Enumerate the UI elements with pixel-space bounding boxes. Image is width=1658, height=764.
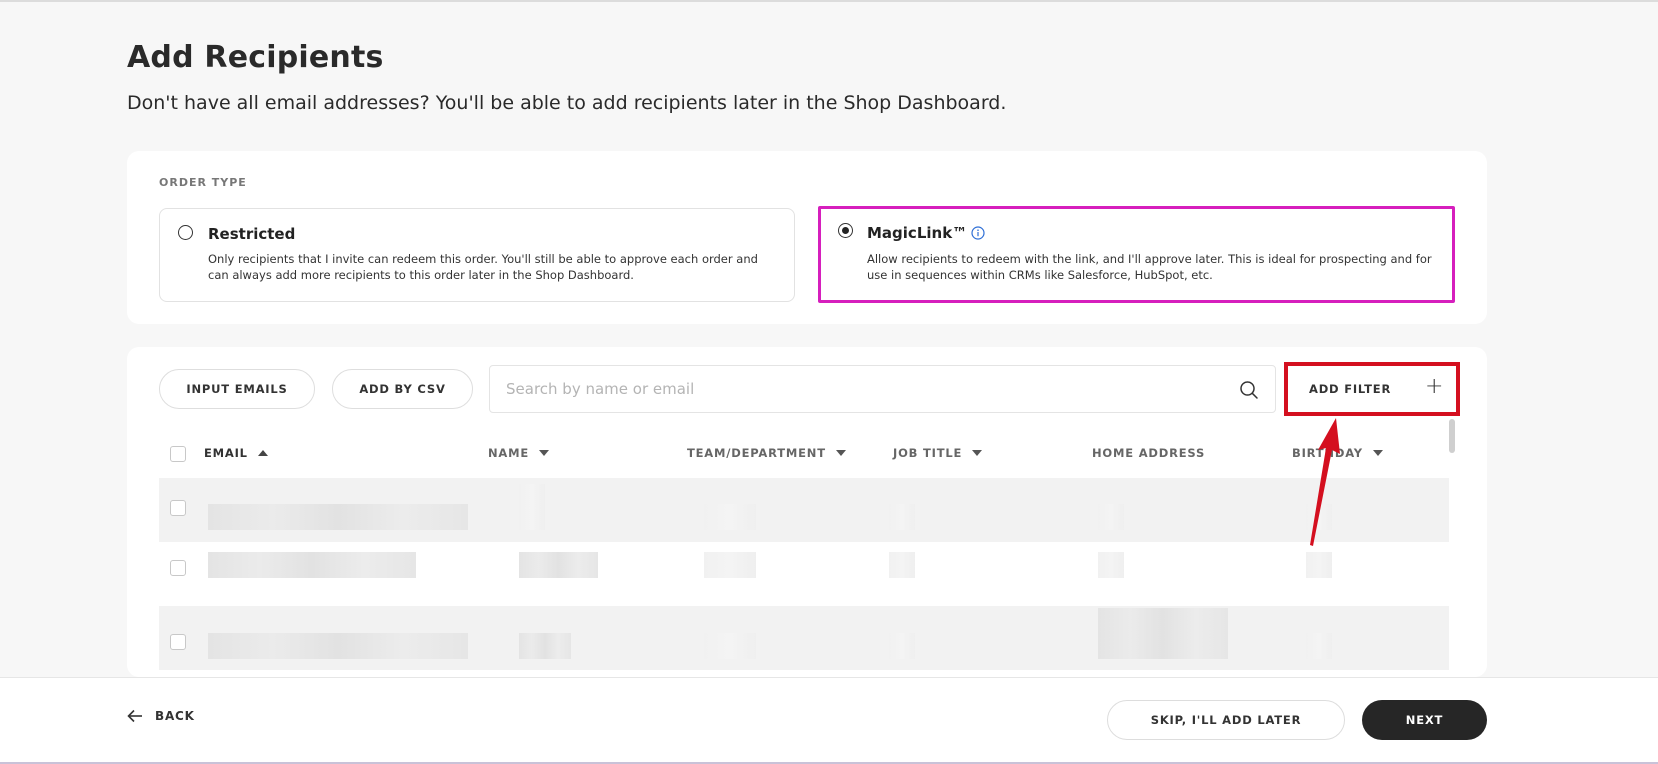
redacted-address	[1098, 552, 1124, 578]
redacted-job-title	[889, 552, 915, 578]
next-button[interactable]: NEXT	[1362, 700, 1487, 740]
redacted-job-title	[889, 504, 915, 530]
row-checkbox[interactable]	[170, 634, 186, 650]
redacted-email	[208, 633, 468, 659]
redacted-birthday	[1306, 633, 1332, 659]
plus-icon: +	[1425, 374, 1444, 399]
column-header-job-title[interactable]: JOB TITLE	[893, 443, 983, 463]
back-label: BACK	[155, 709, 195, 723]
redacted-birthday	[1306, 504, 1332, 530]
radio-restricted[interactable]	[178, 225, 193, 240]
add-filter-button[interactable]: ADD FILTER +	[1284, 362, 1460, 416]
add-by-csv-button[interactable]: ADD BY CSV	[332, 369, 473, 409]
table-row[interactable]	[159, 478, 1449, 542]
column-header-birthday[interactable]: BIRTHDAY	[1292, 443, 1383, 463]
redacted-team	[704, 633, 756, 659]
page-subtitle: Don't have all email addresses? You'll b…	[127, 92, 1007, 114]
search-box	[489, 365, 1276, 413]
input-emails-button[interactable]: INPUT EMAILS	[159, 369, 315, 409]
column-label-birthday: BIRTHDAY	[1292, 446, 1363, 460]
redacted-job-title	[889, 633, 915, 659]
caret-down-icon	[539, 450, 550, 456]
page-title: Add Recipients	[127, 40, 384, 75]
column-label-team: TEAM/DEPARTMENT	[687, 446, 826, 460]
redacted-email	[208, 504, 468, 530]
caret-down-icon	[972, 450, 983, 456]
column-header-name[interactable]: NAME	[488, 443, 550, 463]
redacted-team	[704, 552, 756, 578]
column-header-home-address[interactable]: HOME ADDRESS	[1092, 443, 1205, 463]
column-label-name: NAME	[488, 446, 530, 460]
order-type-card: ORDER TYPE Restricted Only recipients th…	[127, 151, 1487, 324]
sort-asc-icon	[257, 450, 268, 456]
radio-magiclink[interactable]	[838, 223, 853, 238]
redacted-email	[208, 552, 416, 578]
row-checkbox[interactable]	[170, 560, 186, 576]
table-row[interactable]	[159, 542, 1449, 606]
order-option-magiclink[interactable]: MagicLink™ Allow recipients to redeem wi…	[818, 206, 1455, 303]
table-row[interactable]	[159, 606, 1449, 670]
top-divider	[0, 0, 1658, 2]
info-icon[interactable]	[971, 226, 985, 240]
footer-bar: BACK SKIP, I'LL ADD LATER NEXT	[0, 677, 1658, 764]
caret-down-icon	[1372, 450, 1383, 456]
order-type-label: ORDER TYPE	[159, 176, 247, 189]
select-all-checkbox[interactable]	[170, 446, 186, 462]
column-header-email[interactable]: EMAIL	[204, 443, 268, 463]
column-label-job-title: JOB TITLE	[893, 446, 963, 460]
search-icon[interactable]	[1239, 380, 1259, 400]
redacted-name	[519, 633, 571, 659]
redacted-name	[519, 552, 598, 578]
option-title-restricted: Restricted	[208, 225, 296, 243]
option-title-magiclink: MagicLink™	[867, 224, 968, 242]
option-desc-magiclink: Allow recipients to redeem with the link…	[867, 252, 1432, 282]
redacted-address	[1098, 608, 1228, 659]
column-header-team[interactable]: TEAM/DEPARTMENT	[687, 443, 846, 463]
redacted-team	[704, 504, 756, 530]
option-desc-restricted: Only recipients that I invite can redeem…	[208, 252, 758, 282]
recipients-card: INPUT EMAILS ADD BY CSV ADD FILTER + EMA…	[127, 347, 1487, 677]
redacted-address	[1098, 504, 1124, 530]
back-button[interactable]: BACK	[127, 709, 195, 723]
table-scrollbar[interactable]	[1449, 419, 1455, 453]
arrow-left-icon	[127, 709, 142, 723]
redacted-name	[519, 484, 545, 530]
order-option-restricted[interactable]: Restricted Only recipients that I invite…	[159, 208, 795, 302]
add-filter-label: ADD FILTER	[1309, 382, 1392, 396]
column-label-email: EMAIL	[204, 446, 248, 460]
caret-down-icon	[835, 450, 846, 456]
redacted-birthday	[1306, 552, 1332, 578]
column-label-home-address: HOME ADDRESS	[1092, 446, 1206, 460]
row-checkbox[interactable]	[170, 500, 186, 516]
skip-add-later-button[interactable]: SKIP, I'LL ADD LATER	[1107, 700, 1345, 740]
search-input[interactable]	[506, 366, 1206, 412]
